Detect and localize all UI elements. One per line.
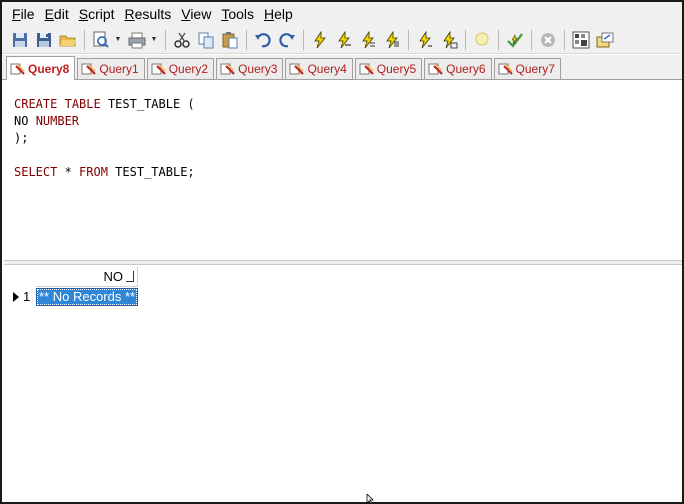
tab-label: Query4 [307,62,347,76]
tab-label: Query1 [99,62,139,76]
paste-icon[interactable] [219,29,241,51]
sql-keyword: CREATE [14,97,58,111]
query-tab-icon [151,63,166,75]
code-line: CREATE TABLE TEST_TABLE ( [14,96,682,113]
toolbar-separator [465,29,466,50]
execute-icon[interactable] [309,29,331,51]
grid-icon[interactable] [570,29,592,51]
query-tab-icon [81,63,97,75]
tab-query7[interactable]: Query7 [493,58,561,79]
new-icon[interactable] [9,29,31,51]
grid-corner [10,267,36,287]
query-tab-icon [220,63,235,75]
sql-keyword: NUMBER [35,114,80,128]
query-tab-icon [10,63,25,75]
sql-editor[interactable]: CREATE TABLE TEST_TABLE ( NO NUMBER ); S… [4,80,682,260]
execute-all-icon[interactable] [381,29,403,51]
sql-text: TEST_TABLE ( [100,97,195,111]
sql-keyword: FROM [79,165,108,179]
toolbar-separator [303,29,304,50]
column-header-label: NO [103,269,124,284]
code-line: NO NUMBER [14,113,682,130]
main-window: File Edit Script Results View Tools Help… [0,0,684,504]
toolbar: ▼ ▼ [2,26,682,54]
sql-keyword: SELECT [14,165,58,179]
tab-query3[interactable]: Query3 [216,58,284,79]
menu-bar: File Edit Script Results View Tools Help [2,2,682,26]
code-line: SELECT * FROM TEST_TABLE; [14,164,682,181]
explain-plan-icon[interactable] [438,29,460,51]
toolbar-separator [498,29,499,50]
tab-query4[interactable]: Query4 [285,58,353,79]
execute-step-icon[interactable] [333,29,355,51]
tab-label: Query2 [168,62,209,76]
sql-text: TEST_TABLE; [107,165,195,179]
commit-icon[interactable] [504,29,526,51]
print-icon[interactable] [126,29,148,51]
cut-icon[interactable] [171,29,193,51]
sql-text: ); [14,131,29,145]
explain-icon[interactable] [414,29,436,51]
save-icon[interactable] [33,29,55,51]
tab-label: Query7 [515,62,555,76]
query-tab-icon [428,63,443,75]
menu-view[interactable]: View [177,3,217,25]
toolbar-separator [408,29,409,50]
results-grid[interactable]: NO 1 ** No Records ** [4,266,682,502]
menu-edit[interactable]: Edit [41,3,75,25]
query-tab-icon [498,63,513,75]
chevron-down-icon[interactable]: ▼ [113,29,123,51]
toolbar-separator [564,29,565,50]
tab-label: Query5 [376,62,417,76]
tab-query8[interactable]: Query8 [6,56,76,80]
query-tab-strip: Query8 Query1 Query2 Query3 Query4 Query… [2,55,682,80]
column-resize-icon[interactable] [126,271,134,282]
toolbar-separator [84,29,85,50]
cancel-icon [537,29,559,51]
tab-query5[interactable]: Query5 [354,58,423,79]
export-icon[interactable] [594,29,616,51]
menu-results[interactable]: Results [121,3,178,25]
tab-label: Query6 [446,62,486,76]
toolbar-separator [531,29,532,50]
column-header-no[interactable]: NO [36,267,138,287]
menu-help[interactable]: Help [260,3,299,25]
sql-keyword: TABLE [64,97,101,111]
preview-icon[interactable] [90,29,112,51]
sql-text: NO [14,114,36,128]
open-icon[interactable] [57,29,79,51]
row-number: 1 [23,289,31,304]
sql-text: * [57,165,80,179]
copy-icon[interactable] [195,29,217,51]
redo-icon[interactable] [276,29,298,51]
mouse-cursor-icon [366,494,374,504]
tab-query6[interactable]: Query6 [424,58,492,79]
lightbulb-icon [471,29,493,51]
menu-script[interactable]: Script [75,3,121,25]
chevron-down-icon[interactable]: ▼ [149,29,159,51]
execute-script-icon[interactable] [357,29,379,51]
query-tab-icon [359,63,374,75]
toolbar-separator [165,29,166,50]
current-row-arrow-icon [13,292,19,302]
code-line: ); [14,130,682,147]
tab-label: Query3 [238,62,278,76]
row-indicator[interactable]: 1 [10,288,36,306]
undo-icon[interactable] [252,29,274,51]
tab-query1[interactable]: Query1 [77,58,145,79]
tab-label: Query8 [28,61,70,76]
menu-tools[interactable]: Tools [217,3,260,25]
tab-query2[interactable]: Query2 [146,58,215,79]
query-tab-icon [289,63,305,75]
toolbar-separator [246,29,247,50]
selected-cell[interactable]: ** No Records ** [36,288,138,306]
menu-file[interactable]: File [8,3,41,25]
editor-results-splitter[interactable] [4,260,682,265]
